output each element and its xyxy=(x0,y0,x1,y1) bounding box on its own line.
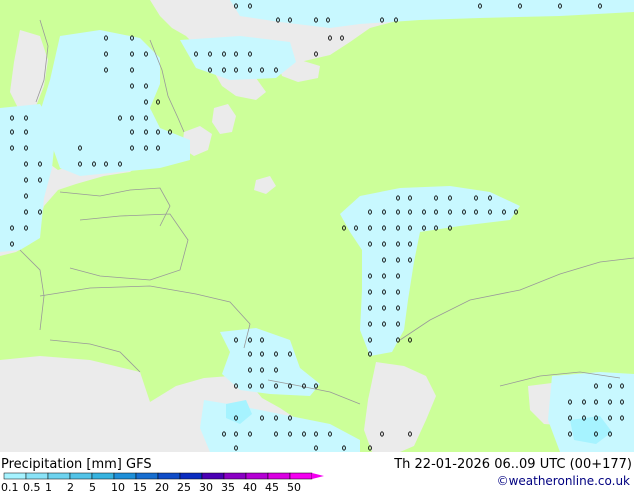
legend-label: 50 xyxy=(287,481,301,494)
legend-label: 35 xyxy=(221,481,235,494)
legend-swatch xyxy=(201,472,225,480)
legend-label: 25 xyxy=(177,481,191,494)
map-footer: Precipitation [mm] GFS Th 22-01-2026 06.… xyxy=(0,452,634,494)
legend-swatch xyxy=(223,472,247,480)
map-title: Precipitation [mm] GFS xyxy=(1,457,152,472)
legend-label: 45 xyxy=(265,481,279,494)
south-terrain xyxy=(0,356,150,452)
legend-label: 0.1 xyxy=(1,481,19,494)
forecast-datetime: Th 22-01-2026 06..09 UTC (00+177) xyxy=(394,457,632,472)
credit-link[interactable]: ©weatheronline.co.uk xyxy=(497,474,630,488)
legend-swatch xyxy=(135,472,159,480)
legend-swatch xyxy=(179,472,203,480)
legend-swatch xyxy=(91,472,115,480)
legend-label: 10 xyxy=(111,481,125,494)
legend-label: 2 xyxy=(67,481,74,494)
legend-swatch xyxy=(3,472,27,480)
legend-swatch xyxy=(25,472,49,480)
legend-swatch xyxy=(69,472,93,480)
legend-label: 30 xyxy=(199,481,213,494)
legend-swatch xyxy=(245,472,269,480)
legend-label: 40 xyxy=(243,481,257,494)
legend-label: 15 xyxy=(133,481,147,494)
legend-label: 0.5 xyxy=(23,481,41,494)
legend-arrow xyxy=(312,473,324,479)
legend-swatch xyxy=(113,472,137,480)
legend-swatch xyxy=(157,472,181,480)
legend-label: 5 xyxy=(89,481,96,494)
legend-swatch xyxy=(267,472,291,480)
precipitation-map xyxy=(0,0,634,452)
legend-swatch xyxy=(47,472,71,480)
legend-color-bar xyxy=(3,472,324,480)
legend-label: 20 xyxy=(155,481,169,494)
precipitation-legend: 0.1 0.5 1 2 5 10 15 20 25 30 35 40 45 50 xyxy=(0,472,334,494)
legend-label: 1 xyxy=(45,481,52,494)
legend-swatch xyxy=(289,472,313,480)
